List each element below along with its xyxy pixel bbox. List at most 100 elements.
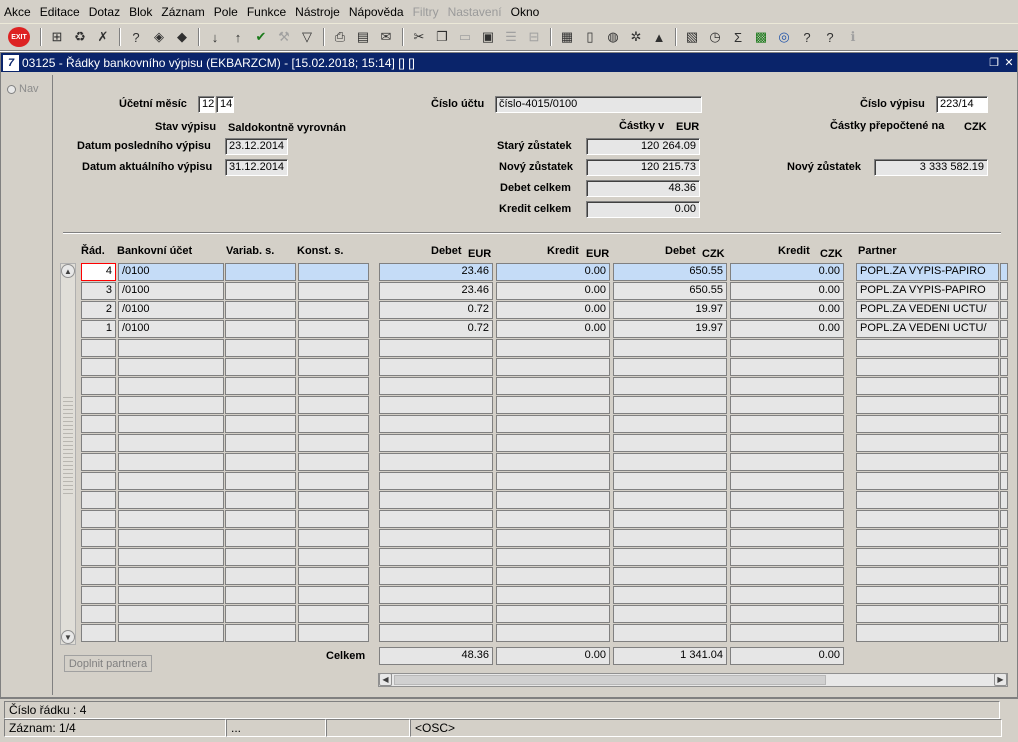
cell-partner[interactable] xyxy=(856,624,999,642)
cell-partner[interactable]: POPL.ZA VYPIS-PAPIRO xyxy=(856,263,999,281)
sheet-icon[interactable]: ▧ xyxy=(681,26,703,48)
menu-item-7[interactable]: Nástroje xyxy=(295,5,340,19)
globe-icon[interactable]: ◍ xyxy=(602,26,624,48)
menu-item-2[interactable]: Dotaz xyxy=(89,5,120,19)
calculator-icon[interactable]: ▦ xyxy=(556,26,578,48)
cell-kredit-czk[interactable]: 0.00 xyxy=(730,282,844,300)
paste-special-icon[interactable]: ▣ xyxy=(477,26,499,48)
cell-variab[interactable] xyxy=(225,624,296,642)
cell-konst[interactable] xyxy=(298,453,369,471)
cell-konst[interactable] xyxy=(298,548,369,566)
cell-extra[interactable] xyxy=(1000,472,1008,490)
cell-rad[interactable] xyxy=(81,529,116,547)
cell-debet-czk[interactable]: 19.97 xyxy=(613,320,727,338)
cell-partner[interactable] xyxy=(856,472,999,490)
cell-konst[interactable] xyxy=(298,320,369,338)
cell-partner[interactable]: POPL.ZA VYPIS-PAPIRO xyxy=(856,282,999,300)
ucetni-mesic-field-2[interactable]: 14 xyxy=(216,96,234,113)
cell-kredit-czk[interactable] xyxy=(730,453,844,471)
cell-kredit-czk[interactable]: 0.00 xyxy=(730,301,844,319)
print-setup-icon[interactable]: ▤ xyxy=(352,26,374,48)
cell-ucet[interactable]: /0100 xyxy=(118,301,224,319)
print-icon[interactable]: ⎙ xyxy=(329,26,351,48)
cell-kredit-czk[interactable] xyxy=(730,472,844,490)
help-icon[interactable]: ? xyxy=(796,26,818,48)
cell-debet-czk[interactable] xyxy=(613,434,727,452)
cancel-query-icon[interactable]: ◆ xyxy=(171,26,193,48)
cell-rad[interactable] xyxy=(81,624,116,642)
cell-variab[interactable] xyxy=(225,396,296,414)
cell-debet-czk[interactable] xyxy=(613,396,727,414)
cell-kredit-eur[interactable] xyxy=(496,377,610,395)
cell-debet-eur[interactable] xyxy=(379,491,493,509)
cell-ucet[interactable] xyxy=(118,396,224,414)
scroll-left-icon[interactable]: ◀ xyxy=(379,673,392,686)
settings-icon[interactable]: ✲ xyxy=(625,26,647,48)
cell-extra[interactable] xyxy=(1000,263,1008,281)
scroll-right-icon[interactable]: ▶ xyxy=(994,673,1007,686)
cell-partner[interactable] xyxy=(856,396,999,414)
cell-kredit-czk[interactable] xyxy=(730,434,844,452)
cell-kredit-eur[interactable] xyxy=(496,586,610,604)
cell-rad[interactable] xyxy=(81,586,116,604)
restore-icon[interactable]: ❐ xyxy=(987,55,1001,69)
cell-extra[interactable] xyxy=(1000,282,1008,300)
scroll-down-icon[interactable]: ▼ xyxy=(61,630,75,644)
debet-celkem-field[interactable]: 48.36 xyxy=(586,180,700,197)
cell-variab[interactable] xyxy=(225,301,296,319)
tree-icon[interactable]: ⊟ xyxy=(523,26,545,48)
cell-partner[interactable] xyxy=(856,586,999,604)
excel-icon[interactable]: ▩ xyxy=(750,26,772,48)
cell-kredit-eur[interactable] xyxy=(496,434,610,452)
cell-ucet[interactable]: /0100 xyxy=(118,320,224,338)
cell-kredit-eur[interactable]: 0.00 xyxy=(496,282,610,300)
cell-rad[interactable] xyxy=(81,434,116,452)
cell-ucet[interactable] xyxy=(118,339,224,357)
cell-debet-eur[interactable] xyxy=(379,472,493,490)
cell-kredit-czk[interactable] xyxy=(730,358,844,376)
cell-kredit-czk[interactable] xyxy=(730,415,844,433)
cell-ucet[interactable] xyxy=(118,415,224,433)
cell-rad[interactable]: 1 xyxy=(81,320,116,338)
cell-ucet[interactable]: /0100 xyxy=(118,263,224,281)
cell-debet-eur[interactable] xyxy=(379,548,493,566)
menu-item-5[interactable]: Pole xyxy=(214,5,238,19)
cell-variab[interactable] xyxy=(225,453,296,471)
cell-kredit-czk[interactable] xyxy=(730,491,844,509)
exit-icon[interactable]: EXIT xyxy=(8,27,30,47)
cell-ucet[interactable] xyxy=(118,377,224,395)
cell-kredit-czk[interactable] xyxy=(730,377,844,395)
query-icon[interactable]: ? xyxy=(125,26,147,48)
cell-debet-czk[interactable]: 650.55 xyxy=(613,263,727,281)
cell-variab[interactable] xyxy=(225,339,296,357)
cell-ucet[interactable] xyxy=(118,472,224,490)
document-icon[interactable]: ▯ xyxy=(579,26,601,48)
cell-extra[interactable] xyxy=(1000,491,1008,509)
cell-konst[interactable] xyxy=(298,415,369,433)
cell-debet-eur[interactable] xyxy=(379,396,493,414)
cell-variab[interactable] xyxy=(225,282,296,300)
cell-kredit-czk[interactable] xyxy=(730,586,844,604)
cell-debet-eur[interactable] xyxy=(379,415,493,433)
delete-record-icon[interactable]: ✗ xyxy=(92,26,114,48)
cell-debet-eur[interactable] xyxy=(379,358,493,376)
sort-ascending-icon[interactable]: ↓ xyxy=(204,26,226,48)
cell-partner[interactable] xyxy=(856,529,999,547)
cell-konst[interactable] xyxy=(298,396,369,414)
mail-icon[interactable]: ✉ xyxy=(375,26,397,48)
cell-rad[interactable]: 3 xyxy=(81,282,116,300)
cell-ucet[interactable] xyxy=(118,586,224,604)
cell-rad[interactable] xyxy=(81,339,116,357)
cell-kredit-czk[interactable] xyxy=(730,396,844,414)
cell-kredit-czk[interactable]: 0.00 xyxy=(730,320,844,338)
cell-debet-czk[interactable] xyxy=(613,548,727,566)
cell-konst[interactable] xyxy=(298,491,369,509)
menu-item-1[interactable]: Editace xyxy=(40,5,80,19)
cell-debet-czk[interactable] xyxy=(613,567,727,585)
cell-konst[interactable] xyxy=(298,605,369,623)
cell-variab[interactable] xyxy=(225,472,296,490)
cell-debet-eur[interactable] xyxy=(379,529,493,547)
cell-extra[interactable] xyxy=(1000,320,1008,338)
cell-debet-czk[interactable] xyxy=(613,624,727,642)
cell-extra[interactable] xyxy=(1000,510,1008,528)
